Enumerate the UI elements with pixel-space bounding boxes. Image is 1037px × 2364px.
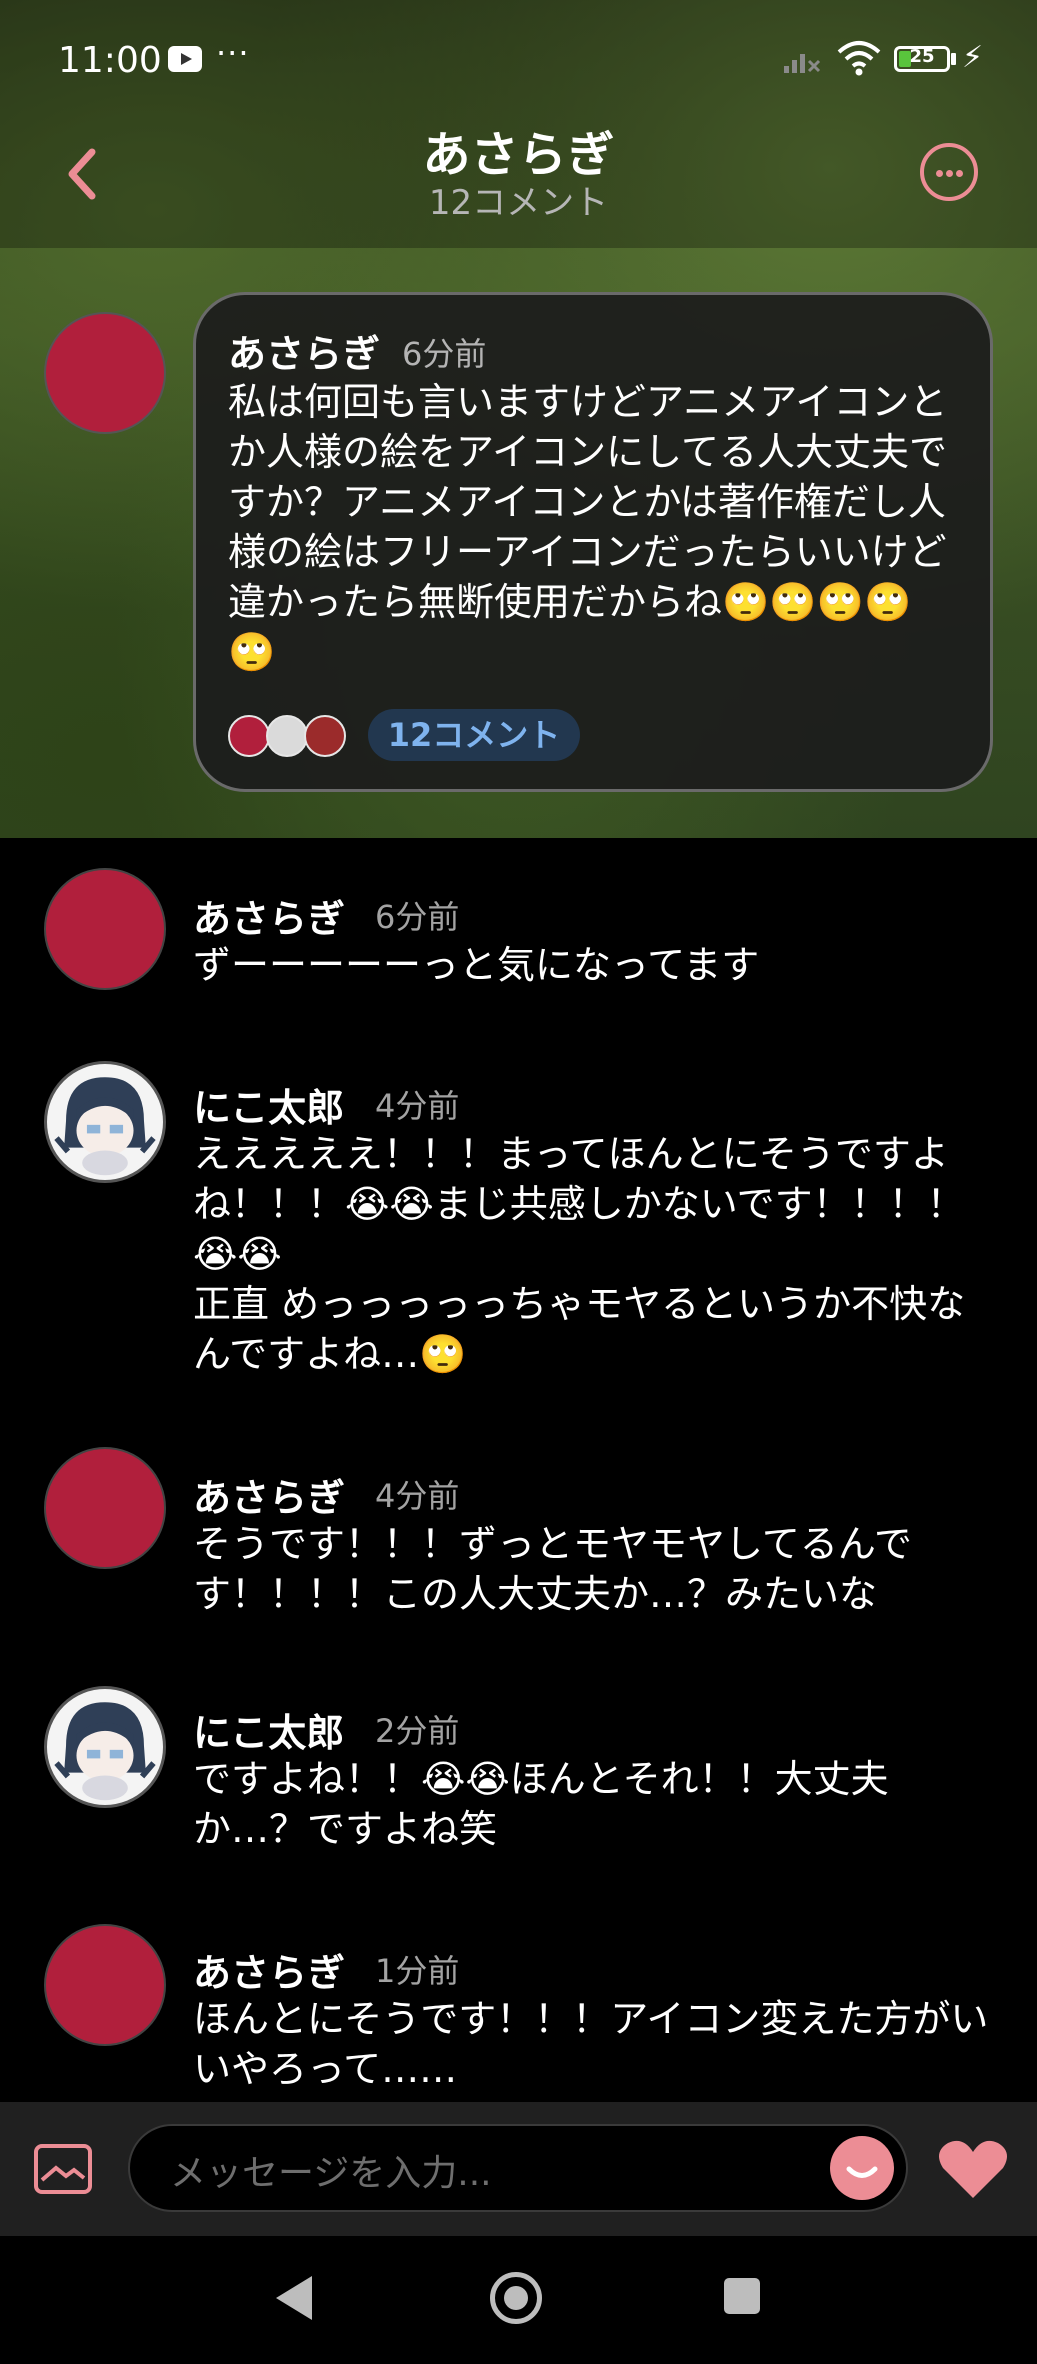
more-icon[interactable] xyxy=(920,143,978,201)
comment-count-chip[interactable]: 12コメント xyxy=(368,709,580,761)
message-input[interactable]: メッセージを入力... xyxy=(128,2124,908,2212)
status-time: 11:00 xyxy=(58,40,162,81)
image-icon[interactable] xyxy=(34,2144,92,2194)
comment-author: あさらぎ xyxy=(193,1476,346,1520)
avatar[interactable] xyxy=(44,312,166,434)
avatar[interactable] xyxy=(44,868,166,990)
youtube-notification-icon xyxy=(168,46,202,72)
system-nav-bar xyxy=(0,2236,1037,2364)
comment-time: 4分前 xyxy=(375,1087,460,1125)
comment-text: ほんとにそうです！！！アイコン変えた方がいいやろって…… xyxy=(193,1997,989,2091)
comment-author: にこ太郎 xyxy=(193,1086,345,1130)
page-subtitle: 12コメント xyxy=(428,183,609,223)
comment-text: ずーーーーーっと気になってます xyxy=(193,943,760,987)
comment-time: 4分前 xyxy=(375,1477,460,1515)
character-avatar-icon xyxy=(54,1077,156,1176)
smiley-icon[interactable] xyxy=(830,2136,894,2200)
battery-level: 25 xyxy=(909,46,935,67)
message-composer: メッセージを入力... xyxy=(0,2102,1037,2236)
battery-tip xyxy=(951,53,956,65)
status-bar: 11:00 ··· 25 ⚡ xyxy=(0,0,1037,120)
nav-recents-icon[interactable] xyxy=(724,2278,760,2314)
post-time: 6分前 xyxy=(402,335,487,373)
avatar[interactable] xyxy=(44,1061,166,1183)
avatar[interactable] xyxy=(44,1447,166,1569)
heart-icon[interactable] xyxy=(936,2138,1010,2200)
signal-icon xyxy=(784,54,821,73)
comment-time: 2分前 xyxy=(375,1712,460,1750)
character-avatar-icon xyxy=(54,1702,156,1801)
nav-home-icon[interactable] xyxy=(490,2272,542,2324)
comment-text: えええええ！！！まってほんとにそうですよね！！！😭😭まじ共感しかないです！！！！… xyxy=(193,1132,966,1376)
comment-author: あさらぎ xyxy=(193,897,346,941)
post-author: あさらぎ xyxy=(228,332,381,376)
comment-time: 6分前 xyxy=(375,898,460,936)
post-header-background: 11:00 ··· 25 ⚡ あさらぎ 12コメント あさらぎ 6分前 私は何回… xyxy=(0,0,1037,838)
commenter-avatar xyxy=(228,715,270,757)
charging-icon: ⚡ xyxy=(962,40,984,75)
avatar[interactable] xyxy=(44,1924,166,2046)
comment-text: そうです！！！ずっとモヤモヤしてるんです！！！！この人大丈夫か…？みたいな xyxy=(193,1522,912,1616)
comment-author: あさらぎ xyxy=(193,1951,346,1995)
comment-author: にこ太郎 xyxy=(193,1711,345,1755)
more-notifications-icon: ··· xyxy=(216,34,250,72)
message-input-placeholder: メッセージを入力... xyxy=(170,2153,492,2194)
commenter-avatar xyxy=(266,715,308,757)
commenter-avatar xyxy=(304,715,346,757)
post-text: 私は何回も言いますけどアニメアイコンとか人様の絵をアイコンにしてる人大丈夫ですか… xyxy=(228,380,948,674)
original-post-bubble: あさらぎ 6分前 私は何回も言いますけどアニメアイコンとか人様の絵をアイコンにし… xyxy=(193,292,993,792)
battery-icon: 25 xyxy=(894,46,950,72)
comment-text: ですよね！！😭😭ほんとそれ！！大丈夫か…？ですよね笑 xyxy=(193,1757,889,1851)
avatar[interactable] xyxy=(44,1686,166,1808)
comment-time: 1分前 xyxy=(375,1952,460,1990)
wifi-icon xyxy=(837,41,881,76)
nav-back-icon[interactable] xyxy=(276,2276,312,2320)
